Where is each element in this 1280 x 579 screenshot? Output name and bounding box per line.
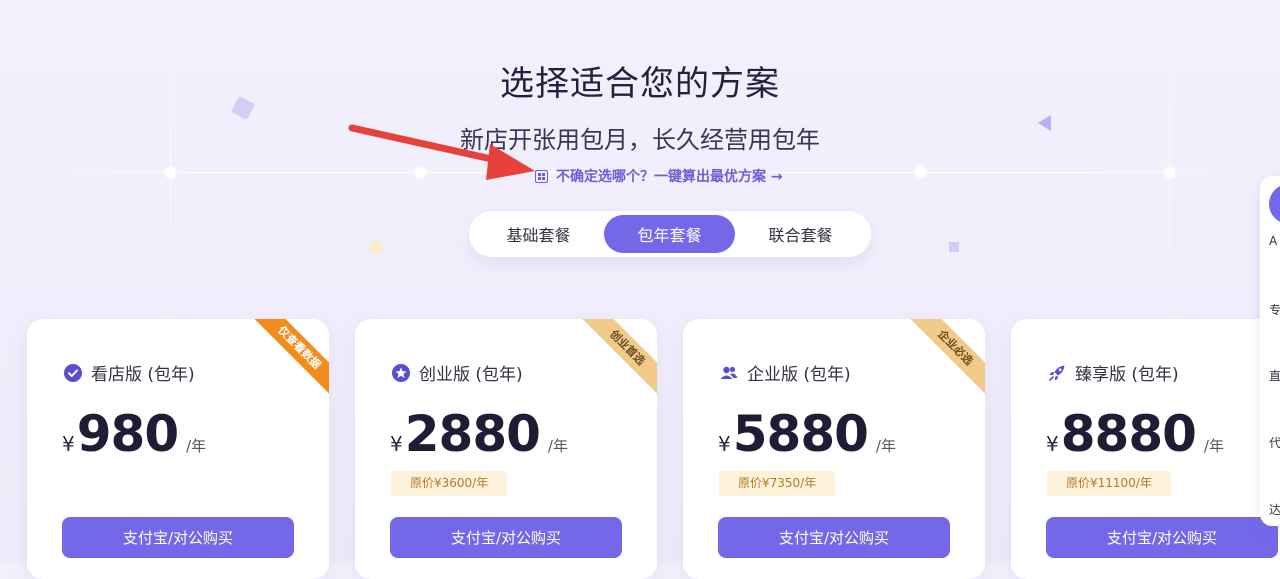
side-panel-item[interactable]: 直: [1269, 367, 1280, 384]
plan-price: 2880: [404, 405, 541, 463]
plan-calculator-link-label: 不确定选哪个？一键算出最优方案 →: [556, 169, 783, 185]
plan-header: 臻享版 (包年): [1047, 360, 1179, 385]
currency-symbol: ¥: [718, 432, 731, 456]
plan-calculator-link[interactable]: 不确定选哪个？一键算出最优方案 →: [535, 166, 783, 186]
plan-card-view: 仅查看数据 看店版 (包年) ¥ 980 /年 支付宝/对公购买: [27, 319, 329, 579]
plan-card-enterprise: 企业必选 企业版 (包年) ¥ 5880 /年 原价¥7350/年 支付宝/对公…: [683, 319, 985, 579]
plan-ribbon: 企业必选: [904, 319, 985, 399]
plan-header: 企业版 (包年): [719, 360, 851, 385]
plan-type-tabs: 基础套餐 包年套餐 联合套餐: [469, 211, 871, 257]
tab-annual[interactable]: 包年套餐: [604, 215, 735, 253]
side-panel-item[interactable]: A: [1269, 234, 1277, 248]
plan-header: 看店版 (包年): [63, 360, 195, 385]
star-circle-icon: [391, 363, 411, 383]
plan-name: 企业版 (包年): [747, 365, 851, 385]
currency-symbol: ¥: [390, 432, 403, 456]
original-price-tag: 原价¥7350/年: [719, 471, 836, 496]
background-dot: [915, 167, 926, 178]
plan-header: 创业版 (包年): [391, 360, 523, 385]
side-panel: A 专 直 代 达: [1260, 176, 1280, 526]
side-panel-item[interactable]: 专: [1269, 301, 1280, 318]
side-panel-item[interactable]: 代: [1269, 434, 1280, 451]
background-dot: [165, 167, 176, 178]
buy-button[interactable]: 支付宝/对公购买: [1046, 517, 1278, 558]
rocket-icon: [1047, 363, 1067, 383]
decorative-glow: [371, 242, 381, 252]
plan-price: 8880: [1060, 405, 1197, 463]
buy-button[interactable]: 支付宝/对公购买: [62, 517, 294, 558]
side-panel-item[interactable]: 达: [1269, 501, 1280, 518]
plan-ribbon: 仅查看数据: [248, 319, 329, 399]
background-dot: [1164, 167, 1175, 178]
currency-symbol: ¥: [1046, 432, 1059, 456]
price-unit: /年: [875, 437, 896, 455]
annotation-arrow-icon: [348, 124, 535, 180]
price-unit: /年: [547, 437, 568, 455]
decorative-square: [949, 242, 959, 252]
price-row: ¥ 8880 /年: [1046, 405, 1224, 463]
buy-button[interactable]: 支付宝/对公购买: [390, 517, 622, 558]
check-circle-icon: [63, 363, 83, 383]
plan-name: 创业版 (包年): [419, 365, 523, 385]
price-row: ¥ 2880 /年: [390, 405, 568, 463]
plan-ribbon: 创业首选: [576, 319, 657, 399]
price-unit: /年: [186, 437, 207, 455]
tab-combo[interactable]: 联合套餐: [735, 215, 866, 253]
currency-symbol: ¥: [62, 432, 75, 456]
price-unit: /年: [1203, 437, 1224, 455]
plan-card-startup: 创业首选 创业版 (包年) ¥ 2880 /年 原价¥3600/年 支付宝/对公…: [355, 319, 657, 579]
tab-basic[interactable]: 基础套餐: [473, 215, 604, 253]
plan-price: 5880: [732, 405, 869, 463]
page-title: 选择适合您的方案: [500, 64, 780, 104]
page-subtitle: 新店开张用包月，长久经营用包年: [460, 126, 820, 154]
buy-button[interactable]: 支付宝/对公购买: [718, 517, 950, 558]
plan-card-premium: 臻享版 (包年) ¥ 8880 /年 原价¥11100/年 支付宝/对公购买: [1011, 319, 1280, 579]
plan-name: 臻享版 (包年): [1075, 365, 1179, 385]
users-icon: [719, 363, 739, 383]
side-panel-avatar[interactable]: [1269, 184, 1280, 224]
price-row: ¥ 980 /年: [62, 405, 206, 463]
original-price-tag: 原价¥3600/年: [391, 471, 508, 496]
plan-name: 看店版 (包年): [91, 365, 195, 385]
price-row: ¥ 5880 /年: [718, 405, 896, 463]
plan-price: 980: [76, 405, 179, 463]
original-price-tag: 原价¥11100/年: [1047, 471, 1171, 496]
